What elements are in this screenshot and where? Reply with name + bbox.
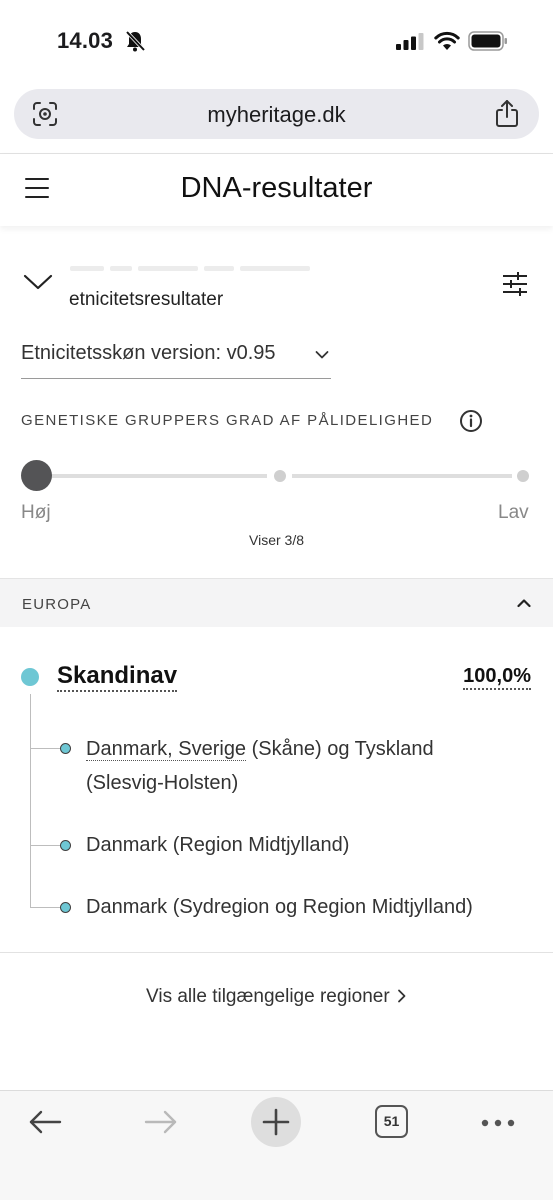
plus-icon bbox=[262, 1108, 290, 1136]
back-arrow-icon[interactable] bbox=[28, 1109, 62, 1135]
sub-region-dot bbox=[60, 840, 71, 851]
sub-region-item[interactable]: Danmark, Sverige (Skåne) og Tyskland (Sle… bbox=[86, 732, 526, 800]
chevron-up-icon[interactable] bbox=[517, 598, 531, 608]
share-icon[interactable] bbox=[495, 99, 519, 128]
address-bar[interactable]: myheritage.dk bbox=[14, 89, 539, 139]
sub-region-link[interactable]: Danmark, Sverige bbox=[86, 738, 247, 761]
page-title: DNA-resultater bbox=[180, 172, 373, 204]
sub-region-item: Danmark (Sydregion og Region Midtjylland… bbox=[86, 896, 473, 918]
ethnicity-color-dot bbox=[21, 668, 39, 686]
sub-region-dot bbox=[60, 902, 71, 913]
list-divider bbox=[0, 952, 553, 953]
info-icon[interactable] bbox=[459, 409, 483, 433]
tree-branch bbox=[30, 748, 60, 749]
tree-branch bbox=[30, 907, 60, 908]
confidence-label: GENETISKE GRUPPERS GRAD AF PÅLIDELIGHED bbox=[21, 412, 434, 429]
slider-low-label: Lav bbox=[498, 502, 529, 523]
chevron-right-icon bbox=[398, 989, 406, 1003]
slider-high-label: Høj bbox=[21, 502, 51, 523]
faded-scrolled-text bbox=[70, 258, 330, 274]
chevron-down-icon bbox=[315, 351, 329, 359]
show-all-regions-link[interactable]: Vis alle tilgængelige regioner bbox=[0, 986, 553, 1008]
region-header[interactable]: EUROPA bbox=[0, 578, 553, 627]
chevron-down-icon[interactable] bbox=[22, 272, 54, 292]
sub-region-item: Danmark (Region Midtjylland) bbox=[86, 834, 350, 856]
forward-arrow-icon[interactable] bbox=[144, 1109, 178, 1135]
tree-branch bbox=[30, 845, 60, 846]
show-all-regions-label[interactable]: Vis alle tilgængelige regioner bbox=[146, 986, 390, 1007]
tabs-button[interactable]: 51 bbox=[375, 1105, 408, 1138]
slider-stop[interactable] bbox=[517, 470, 529, 482]
url-text[interactable]: myheritage.dk bbox=[14, 102, 539, 128]
confidence-slider-thumb[interactable] bbox=[21, 460, 52, 491]
app-header: DNA-resultater bbox=[0, 154, 553, 226]
version-select-value: Etnicitetsskøn version: v0.95 bbox=[21, 342, 276, 364]
cellular-signal-icon bbox=[396, 33, 424, 50]
status-time: 14.03 bbox=[57, 28, 114, 53]
more-icon[interactable] bbox=[481, 1119, 515, 1127]
region-title: EUROPA bbox=[22, 596, 92, 613]
showing-count: Viser 3/8 bbox=[249, 532, 304, 548]
ethnicity-name[interactable]: Skandinav bbox=[57, 662, 178, 692]
sub-region-dot bbox=[60, 743, 71, 754]
browser-toolbar: 51 bbox=[0, 1090, 553, 1200]
version-select[interactable]: Etnicitetsskøn version: v0.95 bbox=[21, 342, 331, 379]
tree-line bbox=[30, 694, 31, 908]
wifi-icon bbox=[434, 31, 460, 50]
status-bar: 14.03 bbox=[0, 0, 553, 80]
ethnicity-percent[interactable]: 100,0% bbox=[463, 664, 531, 690]
filter-sliders-icon[interactable] bbox=[502, 271, 528, 297]
slider-stop[interactable] bbox=[274, 470, 286, 482]
bell-slash-icon bbox=[125, 30, 146, 52]
section-label: etnicitetsresultater bbox=[69, 289, 224, 310]
new-tab-button[interactable] bbox=[251, 1097, 301, 1147]
battery-icon bbox=[468, 31, 507, 51]
